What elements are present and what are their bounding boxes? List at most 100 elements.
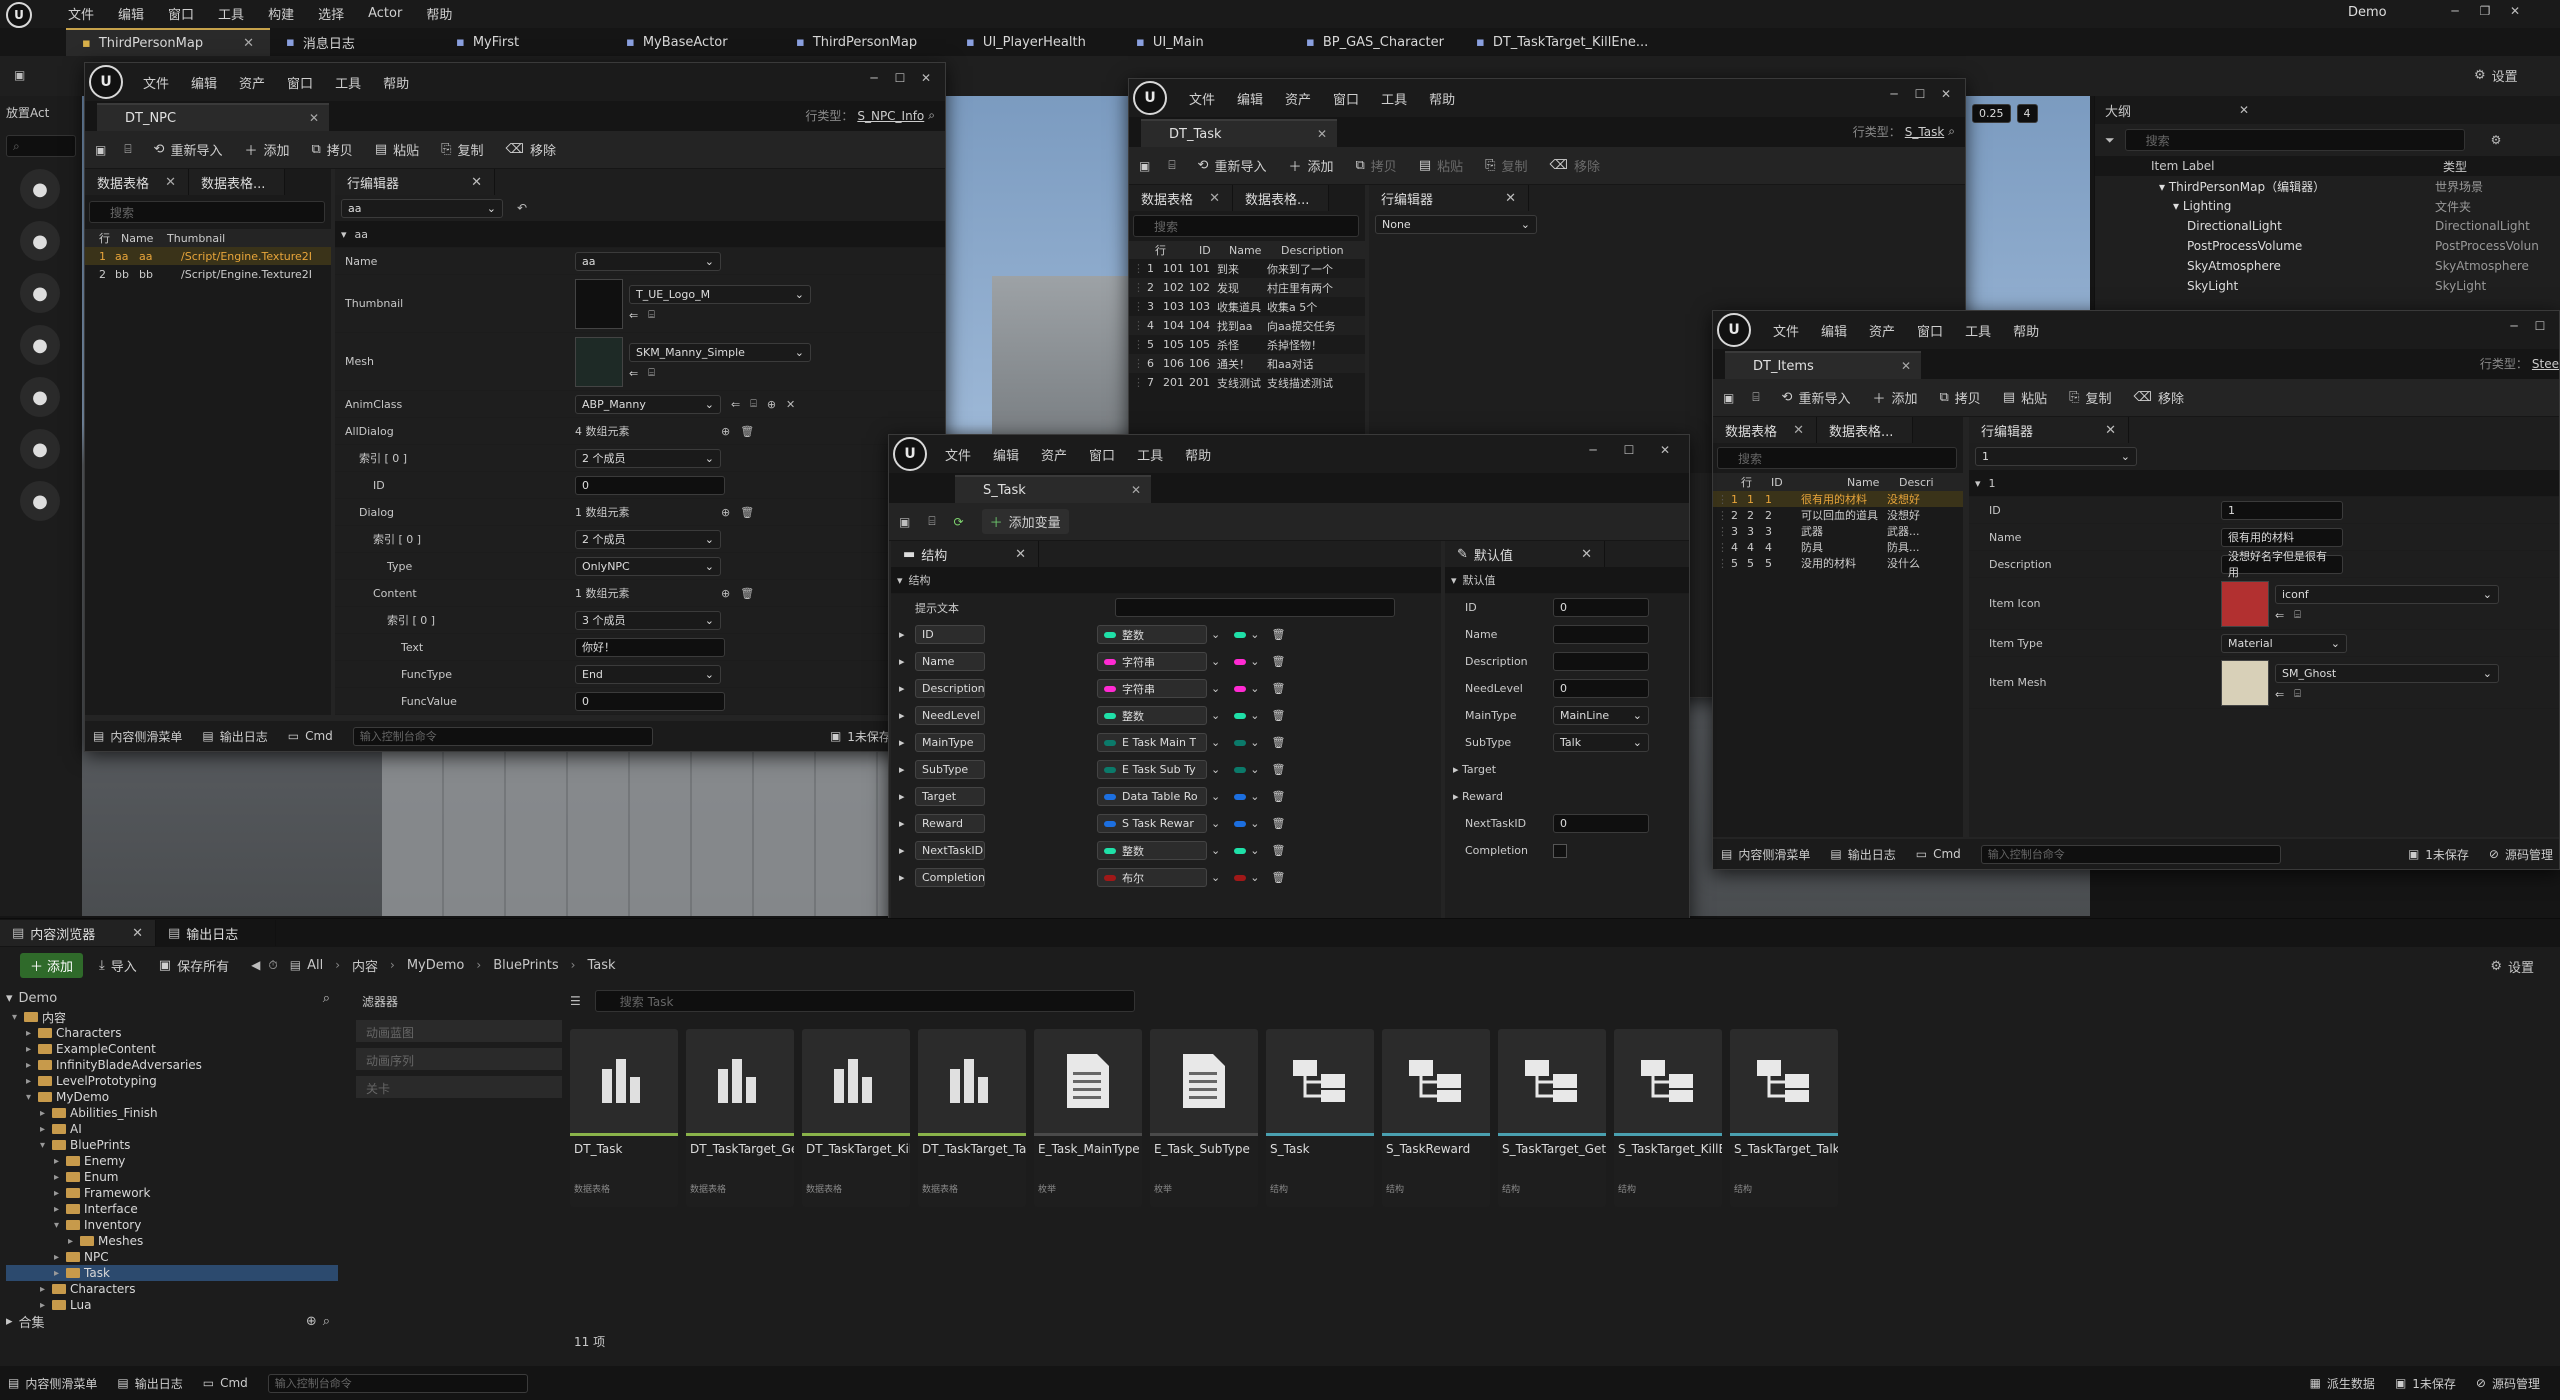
menu-item[interactable]: 帮助 bbox=[2013, 321, 2039, 340]
save-all-button[interactable]: ▣ 保存所有 bbox=[159, 956, 229, 975]
delete-icon[interactable]: 🗑 bbox=[740, 425, 754, 438]
expand-icon[interactable]: ▸ bbox=[54, 1172, 66, 1183]
expand-icon[interactable]: ▸ bbox=[40, 1124, 52, 1135]
maximize-icon[interactable]: ☐ bbox=[1907, 87, 1933, 101]
chevron-down-icon[interactable]: ⌄ bbox=[1211, 655, 1220, 668]
console-input[interactable]: 输入控制台命令 bbox=[1980, 844, 2281, 864]
console-input[interactable]: 输入控制台命令 bbox=[352, 726, 653, 746]
maximize-icon[interactable]: ☐ bbox=[2527, 319, 2553, 333]
container-type-icon[interactable] bbox=[1234, 712, 1247, 719]
document-tab[interactable]: ▪ UI_PlayerHealth bbox=[950, 28, 1120, 56]
expand-icon[interactable]: ▸ bbox=[54, 1268, 66, 1279]
drag-handle-icon[interactable]: ⋮ bbox=[1717, 541, 1731, 554]
close-icon[interactable]: ✕ bbox=[2105, 423, 2116, 438]
paste-button[interactable]: ▤ 粘贴 bbox=[375, 140, 419, 159]
asset-tile[interactable]: E_Task_SubType 枚举 bbox=[1150, 1029, 1258, 1207]
menu-item[interactable]: 资产 bbox=[239, 73, 265, 92]
restore-icon[interactable]: ❐ bbox=[2470, 4, 2500, 18]
add-button[interactable]: ＋ 添加 bbox=[20, 952, 84, 978]
document-tab[interactable]: ▪ DT_TaskTarget_KillEne... bbox=[1460, 28, 1664, 56]
asset-dropdown[interactable]: SKM_Manny_Simple ⌄ bbox=[629, 343, 811, 362]
outliner-item[interactable]: DirectionalLight DirectionalLight bbox=[2095, 216, 2560, 236]
drag-handle-icon[interactable]: ⋮ bbox=[1717, 557, 1731, 570]
menu-item[interactable]: 编辑 bbox=[1821, 321, 1847, 340]
asset-tile[interactable]: S_TaskTarget_Talk 结构 bbox=[1730, 1029, 1838, 1207]
field-name-input[interactable]: Target bbox=[915, 787, 985, 806]
default-input[interactable] bbox=[1553, 625, 1649, 644]
chevron-down-icon[interactable]: ⌄ bbox=[1250, 763, 1259, 776]
field-name-input[interactable]: NextTaskID bbox=[915, 841, 985, 860]
undo-icon[interactable]: ↶ bbox=[517, 201, 527, 215]
import-button[interactable]: ⤓ 导入 bbox=[99, 956, 137, 975]
close-icon[interactable]: ✕ bbox=[1015, 547, 1026, 562]
tooltip-input[interactable] bbox=[1115, 598, 1395, 617]
minimize-icon[interactable]: ─ bbox=[2440, 4, 2470, 18]
menu-item[interactable]: 帮助 bbox=[1429, 89, 1455, 108]
drag-handle-icon[interactable]: ⋮ bbox=[1133, 262, 1147, 275]
table-row[interactable]: ⋮ 1 101 101 到来 你来到了一个 bbox=[1129, 259, 1365, 278]
expand-icon[interactable]: ▾ bbox=[40, 1140, 52, 1151]
close-icon[interactable]: ✕ bbox=[1131, 483, 1141, 497]
menu-item[interactable]: 文件 bbox=[1189, 89, 1215, 108]
expand-icon[interactable]: ▸ bbox=[899, 817, 915, 830]
tab-row-editor[interactable]: 行编辑器 ✕ bbox=[1369, 185, 1529, 211]
outliner-item[interactable]: ▾ Lighting 文件夹 bbox=[2095, 196, 2560, 216]
field-type-dropdown[interactable]: 整数 bbox=[1097, 706, 1207, 725]
property-input[interactable]: 你好！ bbox=[575, 637, 725, 657]
field-name-input[interactable]: Name bbox=[915, 652, 985, 671]
expand-icon[interactable]: ▸ bbox=[68, 1236, 80, 1247]
browse-icon[interactable]: ⌸ bbox=[124, 142, 131, 157]
close-icon[interactable]: ✕ bbox=[1793, 423, 1804, 438]
close-icon[interactable]: ✕ bbox=[1317, 127, 1327, 141]
folder-item[interactable]: ▸ Characters bbox=[6, 1281, 338, 1297]
asset-tile[interactable]: S_TaskTarget_GetProps 结构 bbox=[1498, 1029, 1606, 1207]
menu-item[interactable]: 资产 bbox=[1869, 321, 1895, 340]
panel-tab[interactable]: 数据表格 ✕ bbox=[1129, 185, 1233, 211]
expand-icon[interactable]: ▸ bbox=[54, 1156, 66, 1167]
asset-thumbnail[interactable] bbox=[575, 336, 623, 387]
expand-icon[interactable]: ▸ bbox=[54, 1188, 66, 1199]
property-input[interactable]: 1 bbox=[2221, 500, 2343, 520]
expand-icon[interactable]: ▸ bbox=[26, 1060, 38, 1071]
save-icon[interactable]: ▣ bbox=[14, 68, 25, 82]
output-log-button[interactable]: ▤ 输出日志 bbox=[202, 728, 267, 745]
drag-handle-icon[interactable]: ⋮ bbox=[1717, 493, 1731, 506]
field-name-input[interactable]: SubType bbox=[915, 760, 985, 779]
folder-item[interactable]: ▸ Interface bbox=[6, 1201, 338, 1217]
chevron-down-icon[interactable]: ⌄ bbox=[1250, 871, 1259, 884]
container-type-icon[interactable] bbox=[1234, 874, 1247, 881]
folder-item[interactable]: ▸ Enum bbox=[6, 1169, 338, 1185]
menu-item[interactable]: 工具 bbox=[1381, 89, 1407, 108]
expand-icon[interactable]: ▸ bbox=[54, 1204, 66, 1215]
reimport-button[interactable]: ⟲ 重新导入 bbox=[1198, 156, 1267, 175]
menu-item[interactable]: 帮助 bbox=[1185, 445, 1211, 464]
tab-content-browser[interactable]: ▤ 内容浏览器 ✕ bbox=[0, 920, 156, 946]
search-icon[interactable]: ⌕ bbox=[928, 108, 935, 123]
delete-icon[interactable]: 🗑 bbox=[1271, 817, 1285, 830]
asset-tile[interactable]: DT_TaskTarget_Talk 数据表格 bbox=[918, 1029, 1026, 1207]
minimize-icon[interactable]: ─ bbox=[861, 71, 887, 85]
use-selected-icon[interactable]: ⇐ bbox=[2275, 609, 2284, 622]
expand-icon[interactable]: ▾ bbox=[12, 1012, 24, 1023]
delete-icon[interactable]: 🗑 bbox=[1271, 790, 1285, 803]
column-header[interactable]: 行 bbox=[1741, 474, 1771, 490]
filter-item[interactable]: 动画序列 bbox=[356, 1048, 562, 1070]
expand-icon[interactable]: ▸ bbox=[899, 763, 915, 776]
column-header[interactable]: Name bbox=[1847, 476, 1899, 489]
field-type-dropdown[interactable]: Data Table Ro bbox=[1097, 787, 1207, 806]
duplicate-button[interactable]: ⎘ 复制 bbox=[441, 140, 483, 159]
default-dropdown[interactable]: Talk ⌄ bbox=[1553, 733, 1649, 752]
close-icon[interactable]: ✕ bbox=[309, 111, 319, 125]
field-name-input[interactable]: Completion bbox=[915, 868, 985, 887]
field-type-dropdown[interactable]: 字符串 bbox=[1097, 652, 1207, 671]
tab-dt-task[interactable]: DT_Task ✕ bbox=[1141, 119, 1337, 147]
delete-icon[interactable]: 🗑 bbox=[1271, 709, 1285, 722]
delete-icon[interactable]: 🗑 bbox=[740, 587, 754, 600]
property-input[interactable]: 很有用的材料 bbox=[2221, 527, 2343, 547]
add-button[interactable]: ＋ 添加 bbox=[1872, 388, 1917, 407]
reimport-button[interactable]: ⟲ 重新导入 bbox=[154, 140, 223, 159]
add-variable-button[interactable]: ＋添加变量 bbox=[981, 509, 1069, 534]
asset-tile[interactable]: S_TaskReward 结构 bbox=[1382, 1029, 1490, 1207]
panel-tab[interactable]: 数据表格... bbox=[1233, 185, 1329, 211]
container-type-icon[interactable] bbox=[1234, 685, 1247, 692]
